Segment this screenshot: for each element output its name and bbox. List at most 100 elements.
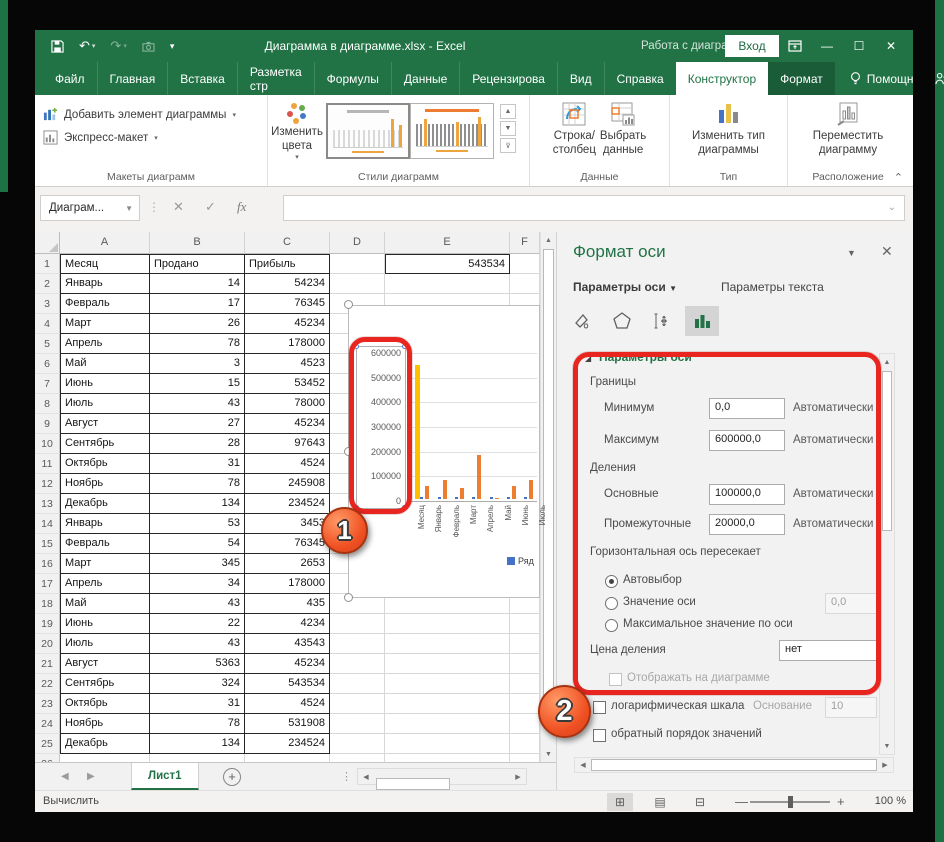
cell[interactable] xyxy=(385,714,510,734)
row-header[interactable]: 20 xyxy=(35,634,60,654)
ribbon-tab[interactable]: Формат xyxy=(768,62,835,95)
sign-in-button[interactable]: Вход xyxy=(725,35,779,57)
cell[interactable]: Октябрь xyxy=(60,694,150,714)
sheet-nav-next-icon[interactable]: ▶ xyxy=(87,771,95,782)
cell[interactable]: Апрель xyxy=(60,334,150,354)
cell[interactable]: 26 xyxy=(150,314,245,334)
cell[interactable]: Сентябрь xyxy=(60,434,150,454)
row-header[interactable]: 2 xyxy=(35,274,60,294)
cell[interactable] xyxy=(385,674,510,694)
cell[interactable] xyxy=(330,634,385,654)
tab-axis-options[interactable]: Параметры оси ▼ xyxy=(573,280,677,294)
cell[interactable]: 4523 xyxy=(245,354,330,374)
cell[interactable] xyxy=(385,754,510,762)
chart-style-thumbnail-1[interactable] xyxy=(326,103,410,159)
cell[interactable]: 543534 xyxy=(245,674,330,694)
ribbon-tab[interactable]: Справка xyxy=(604,62,676,95)
row-header[interactable]: 8 xyxy=(35,394,60,414)
cell[interactable] xyxy=(330,614,385,634)
cell[interactable]: 4234 xyxy=(245,614,330,634)
effects-icon[interactable] xyxy=(605,306,639,336)
size-properties-icon[interactable] xyxy=(645,306,679,336)
log-scale-label[interactable]: логарифмическая шкала xyxy=(611,700,744,712)
ribbon-tab[interactable]: Формулы xyxy=(314,62,391,95)
pane-options-arrow-icon[interactable]: ▼ xyxy=(847,248,856,258)
cell[interactable]: Февраль xyxy=(60,294,150,314)
undo-button[interactable]: ↶▾ xyxy=(79,38,95,54)
cell[interactable] xyxy=(330,254,385,274)
vertical-scroll-thumb[interactable] xyxy=(543,249,554,701)
column-header-C[interactable]: C xyxy=(245,232,330,254)
fill-line-icon[interactable] xyxy=(565,306,599,336)
cell[interactable]: Ноябрь xyxy=(60,714,150,734)
row-header[interactable]: 16 xyxy=(35,554,60,574)
reverse-order-label[interactable]: обратный порядок значений xyxy=(611,728,762,740)
scroll-up-icon[interactable]: ▲ xyxy=(541,232,556,248)
cell[interactable]: 4524 xyxy=(245,454,330,474)
cell[interactable]: 43 xyxy=(150,594,245,614)
row-header[interactable]: 26 xyxy=(35,754,60,762)
column-header-B[interactable]: B xyxy=(150,232,245,254)
cell[interactable]: 54234 xyxy=(245,274,330,294)
row-header[interactable]: 23 xyxy=(35,694,60,714)
row-header[interactable]: 1 xyxy=(35,254,60,274)
collapse-ribbon-icon[interactable]: ⌃ xyxy=(894,171,903,184)
chart-bar[interactable] xyxy=(425,486,429,499)
ribbon-tab[interactable]: Разметка стр xyxy=(237,62,314,95)
log-scale-checkbox[interactable] xyxy=(593,701,606,714)
chart-bar[interactable] xyxy=(438,497,441,499)
row-header[interactable]: 13 xyxy=(35,494,60,514)
gallery-down-icon[interactable]: ▼ xyxy=(500,121,516,136)
cell[interactable] xyxy=(510,674,540,694)
cell[interactable]: 78000 xyxy=(245,394,330,414)
pane-hscroll-thumb[interactable] xyxy=(591,759,877,771)
cell[interactable]: 543534 xyxy=(385,254,510,274)
ribbon-tab[interactable]: Рецензирова xyxy=(459,62,557,95)
cell[interactable]: 234524 xyxy=(245,734,330,754)
ribbon-tab[interactable]: Главная xyxy=(97,62,168,95)
cell[interactable]: 53452 xyxy=(245,374,330,394)
cell[interactable] xyxy=(385,694,510,714)
cell[interactable] xyxy=(510,734,540,754)
quick-layout-button[interactable]: Экспресс-макет▾ xyxy=(35,126,267,149)
cell[interactable]: 14 xyxy=(150,274,245,294)
cell[interactable]: Январь xyxy=(60,514,150,534)
chart-handle-top-left[interactable] xyxy=(344,300,353,309)
cell[interactable] xyxy=(60,754,150,762)
cell[interactable] xyxy=(510,654,540,674)
formula-bar-splitter[interactable]: ⋮ xyxy=(148,200,160,214)
cell[interactable]: 531908 xyxy=(245,714,330,734)
select-all-corner[interactable] xyxy=(35,232,60,254)
cell[interactable]: 97643 xyxy=(245,434,330,454)
row-header[interactable]: 17 xyxy=(35,574,60,594)
row-header[interactable]: 12 xyxy=(35,474,60,494)
cell[interactable]: Март xyxy=(60,554,150,574)
cell[interactable]: Октябрь xyxy=(60,454,150,474)
cell[interactable] xyxy=(510,614,540,634)
chart-style-thumbnail-2[interactable] xyxy=(410,103,494,159)
pane-scroll-thumb[interactable] xyxy=(882,371,892,531)
cell[interactable]: 76345 xyxy=(245,534,330,554)
cell[interactable] xyxy=(510,254,540,274)
cell[interactable] xyxy=(330,694,385,714)
cell[interactable]: 345 xyxy=(150,554,245,574)
pane-scroll-up-icon[interactable]: ▲ xyxy=(880,354,894,370)
cell[interactable]: 178000 xyxy=(245,334,330,354)
cell[interactable]: Месяц xyxy=(60,254,150,274)
formula-input[interactable]: ⌄ xyxy=(283,195,905,221)
chart-handle-bottom-left[interactable] xyxy=(344,593,353,602)
sheet-nav-prev-icon[interactable]: ◀ xyxy=(61,771,69,782)
cell[interactable]: 31 xyxy=(150,454,245,474)
ribbon-display-options-icon[interactable] xyxy=(779,30,811,62)
enter-icon[interactable]: ✓ xyxy=(205,199,216,215)
chart-bar[interactable] xyxy=(477,455,481,499)
zoom-in-icon[interactable]: + xyxy=(837,794,845,809)
cell[interactable] xyxy=(330,714,385,734)
cell[interactable]: 245908 xyxy=(245,474,330,494)
row-header[interactable]: 24 xyxy=(35,714,60,734)
cell[interactable]: Прибыль xyxy=(245,254,330,274)
row-header[interactable]: 22 xyxy=(35,674,60,694)
save-icon[interactable] xyxy=(51,40,64,53)
zoom-slider-thumb[interactable] xyxy=(788,796,793,808)
cell[interactable]: Продано xyxy=(150,254,245,274)
